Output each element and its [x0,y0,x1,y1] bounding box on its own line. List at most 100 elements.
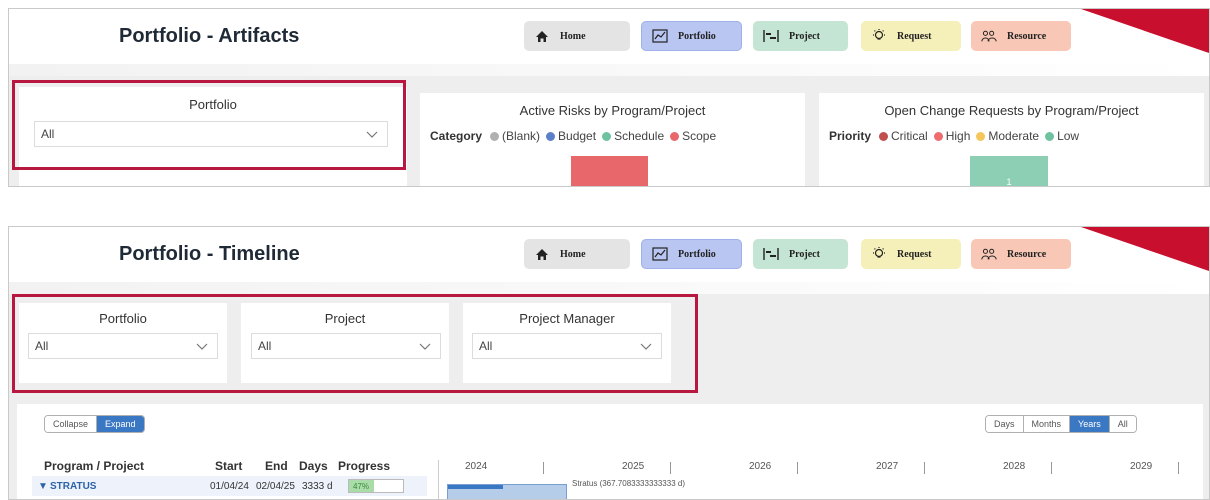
chart-icon [652,247,668,261]
legend-label: Moderate [988,129,1040,143]
year-tick [924,462,925,474]
changes-card-title: Open Change Requests by Program/Project [884,103,1139,118]
home-icon [534,247,550,261]
legend-dot-icon [1045,131,1055,141]
scale-years-button[interactable]: Years [1069,416,1109,432]
nav-request-label: Request [897,248,932,260]
legend-dot-icon [976,131,986,141]
timeline-header: Portfolio - Timeline Home Portfolio Proj… [9,227,1209,282]
nav-home-label: Home [560,248,586,260]
gantt-icon [763,29,779,43]
change-requests-card: Open Change Requests by Program/Project … [819,93,1204,187]
collapse-expand-toggle: Collapse Expand [44,415,145,433]
header-shadow [9,282,1209,294]
risks-legend: Category (Blank) Budget Schedule Scope [430,129,722,143]
gantt-bar-label: Stratus (367.7083333333333 d) [572,479,685,488]
artifacts-panel: Portfolio - Artifacts Home Portfolio Pro… [8,8,1210,187]
legend-dot-icon [602,131,612,141]
risks-legend-item[interactable]: Budget [546,129,596,143]
year-tick-label: 2027 [876,461,899,472]
changes-legend-item[interactable]: Low [1045,129,1079,143]
scale-months-button[interactable]: Months [1022,416,1070,432]
changes-legend-title: Priority [829,129,872,143]
artifacts-header: Portfolio - Artifacts Home Portfolio Pro… [9,9,1209,64]
changes-bar-value: 1 [1006,177,1012,187]
nav-resource-label: Resource [1007,30,1047,42]
risks-legend-title: Category [430,129,483,143]
col-header-end: End [265,459,288,473]
legend-dot-icon [490,131,500,141]
risks-legend-item[interactable]: Scope [670,129,716,143]
row-expand-icon[interactable]: ▼ [38,481,48,492]
gantt-bar[interactable] [447,484,567,499]
home-icon [534,29,550,43]
nav-home-button[interactable]: Home [524,239,630,269]
people-icon [981,29,997,43]
legend-dot-icon [546,131,556,141]
nav-portfolio-button[interactable]: Portfolio [641,239,742,269]
legend-label: Budget [558,129,597,143]
risks-card-title: Active Risks by Program/Project [519,103,706,118]
year-tick-label: 2028 [1003,461,1026,472]
year-tick-label: 2025 [622,461,645,472]
year-tick-label: 2024 [465,461,488,472]
year-tick [797,462,798,474]
people-icon [981,247,997,261]
scale-all-button[interactable]: All [1108,416,1136,432]
nav-project-button[interactable]: Project [753,239,848,269]
nav-project-label: Project [789,30,820,42]
row-days: 3333 d [302,481,333,492]
changes-legend-item[interactable]: High [933,129,970,143]
gantt-timeline: Collapse Expand Days Months Years All Progr… [17,404,1203,499]
nav-resource-button[interactable]: Resource [971,21,1071,51]
collapse-button[interactable]: Collapse [45,416,97,432]
page-title: Portfolio - Timeline [119,243,300,265]
legend-label: Low [1057,129,1080,143]
nav-project-button[interactable]: Project [753,21,848,51]
year-tick-label: 2029 [1130,461,1153,472]
legend-label: Scope [682,129,717,143]
nav-home-label: Home [560,30,586,42]
expand-button[interactable]: Expand [96,416,144,432]
highlight-box [12,294,698,393]
legend-label: Schedule [614,129,665,143]
nav-resource-button[interactable]: Resource [971,239,1071,269]
active-risks-card: Active Risks by Program/Project Category… [420,93,805,186]
row-name: STRATUS [50,481,97,492]
progress-bar: 47% [348,479,404,493]
brand-accent-shape [1081,9,1209,53]
grid-divider [438,460,439,499]
year-tick [1178,462,1179,474]
risks-legend-item[interactable]: (Blank) [490,129,540,143]
chart-icon [652,29,668,43]
brand-accent-shape [1081,227,1209,271]
nav-request-button[interactable]: Request [861,21,961,51]
highlight-box [12,80,406,170]
legend-dot-icon [933,131,943,141]
nav-request-button[interactable]: Request [861,239,961,269]
legend-label: Critical [891,129,928,143]
col-header-days: Days [299,459,328,473]
nav-portfolio-label: Portfolio [678,30,716,42]
gantt-bar-progress [448,485,504,489]
year-tick-label: 2026 [749,461,772,472]
gantt-icon [763,247,779,261]
year-tick [1051,462,1052,474]
changes-legend-item[interactable]: Moderate [976,129,1039,143]
legend-dot-icon [879,131,889,141]
nav-home-button[interactable]: Home [524,21,630,51]
progress-label: 47% [353,482,370,491]
nav-portfolio-button[interactable]: Portfolio [641,21,742,51]
col-header-start: Start [215,459,243,473]
nav-project-label: Project [789,248,820,260]
risks-chart-bar [571,156,648,186]
risks-legend-item[interactable]: Schedule [602,129,664,143]
timeline-panel: Portfolio - Timeline Home Portfolio Proj… [8,226,1210,500]
col-header-program: Program / Project [44,459,145,473]
nav-request-label: Request [897,30,932,42]
changes-legend: Priority Critical High Moderate Low [829,129,1085,143]
lightbulb-icon [871,247,887,261]
changes-legend-item[interactable]: Critical [879,129,928,143]
scale-days-button[interactable]: Days [986,416,1023,432]
nav-resource-label: Resource [1007,248,1047,260]
